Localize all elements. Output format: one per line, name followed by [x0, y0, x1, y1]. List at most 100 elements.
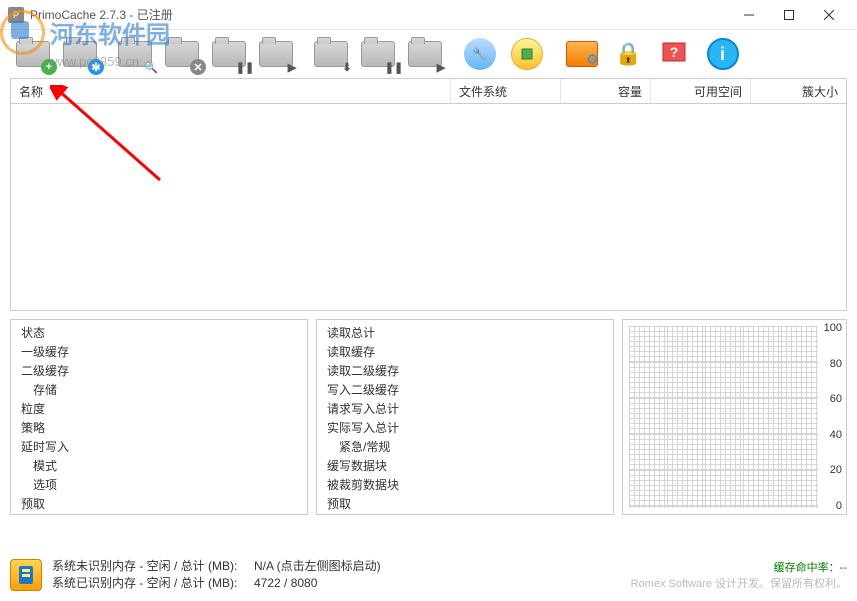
download-button[interactable]: ⬇	[308, 35, 353, 73]
toolbar: + ✱ 🔍 ✕ ❚❚ ▶ ⬇ ❚❚ ▶ 🔧	[0, 30, 857, 78]
col-free-space[interactable]: 可用空间	[651, 79, 751, 103]
new-cache-button[interactable]: +	[10, 35, 55, 73]
maximize-button[interactable]	[769, 1, 809, 29]
info-label: 模式	[33, 458, 57, 475]
tools-button[interactable]: 🔧	[457, 35, 502, 73]
info-label: 被裁剪数据块	[327, 477, 399, 494]
toolbox-icon: ⚙	[566, 41, 598, 67]
play-button[interactable]: ▶	[253, 35, 298, 73]
info-label: 读取二级缓存	[327, 363, 399, 380]
info-row: 存储	[11, 381, 307, 400]
volume-table-header: 名称 文件系统 容量 可用空间 簇大小	[10, 78, 847, 104]
info-row: 读取总计	[317, 324, 613, 343]
info-label: 状态	[21, 325, 45, 342]
info-label: 实际写入总计	[327, 420, 399, 437]
memory-status: 系统未识别内存 - 空闲 / 总计 (MB): N/A (点击左侧图标启动) 系…	[52, 558, 381, 592]
hit-rate-chart: 100806040200	[622, 319, 847, 515]
info-label: 选项	[33, 477, 57, 494]
cache-config-panel: 状态一级缓存二级缓存存储粒度策略延时写入模式选项预取额外开销	[10, 319, 308, 515]
close-button[interactable]	[809, 1, 849, 29]
lock-icon: 🔒	[613, 38, 645, 70]
info-row: 状态	[11, 324, 307, 343]
col-capacity[interactable]: 容量	[561, 79, 651, 103]
info-label: 粒度	[21, 401, 45, 418]
mem-recognized-label: 系统已识别内存 - 空闲 / 总计 (MB):	[52, 576, 237, 590]
copyright-label: Romex Software 设计开发。保留所有权利。	[631, 575, 847, 591]
help-icon: ?	[660, 38, 692, 70]
mem-unrecognized-value: N/A (点击左侧图标启动)	[254, 559, 381, 573]
info-row: 请求写入总计	[317, 400, 613, 419]
pause-all-button[interactable]: ❚❚	[206, 35, 251, 73]
info-row: 读取二级缓存	[317, 362, 613, 381]
info-label: 一级缓存	[21, 344, 69, 361]
chart-y-tick: 20	[824, 464, 842, 476]
chart-y-tick: 0	[824, 500, 842, 512]
chart-y-labels: 100806040200	[824, 322, 842, 512]
info-icon: i	[707, 38, 739, 70]
col-cluster-size[interactable]: 簇大小	[751, 79, 846, 103]
info-row: 粒度	[11, 400, 307, 419]
col-filesystem[interactable]: 文件系统	[451, 79, 561, 103]
help-button[interactable]: ?	[653, 35, 698, 73]
chip-button[interactable]	[504, 35, 549, 73]
mem-unrecognized-label: 系统未识别内存 - 空闲 / 总计 (MB):	[52, 559, 237, 573]
info-row: 预取	[11, 495, 307, 514]
info-label: 存储	[33, 382, 57, 399]
volume-table-body[interactable]	[10, 104, 847, 311]
play-icon: ▶	[284, 59, 300, 75]
info-button[interactable]: i	[700, 35, 745, 73]
status-right: 缓存命中率：-- Romex Software 设计开发。保留所有权利。	[631, 559, 847, 591]
delete-button[interactable]: ✕	[159, 35, 204, 73]
maximize-icon	[784, 10, 794, 20]
info-label: 延时写入	[21, 439, 69, 456]
info-label: 缓写数据块	[327, 458, 387, 475]
down-icon: ⬇	[339, 59, 355, 75]
close-icon	[824, 10, 834, 20]
window-title: PrimoCache 2.7.3 - 已注册	[30, 6, 729, 23]
info-label: 策略	[21, 420, 45, 437]
config-button[interactable]: ✱	[57, 35, 102, 73]
wrench-icon: 🔧	[464, 38, 496, 70]
info-label: 写入二级缓存	[327, 382, 399, 399]
info-label: 紧急/常规	[339, 439, 390, 456]
info-row: 模式	[11, 457, 307, 476]
info-row: 被裁剪数据块	[317, 476, 613, 495]
chart-y-tick: 100	[824, 322, 842, 334]
info-row: 缓写数据块	[317, 457, 613, 476]
chart-grid	[629, 326, 818, 508]
info-row: 预取	[317, 495, 613, 514]
info-label: 二级缓存	[21, 363, 69, 380]
col-name[interactable]: 名称	[11, 79, 451, 103]
statusbar: 系统未识别内存 - 空闲 / 总计 (MB): N/A (点击左侧图标启动) 系…	[0, 549, 857, 601]
memory-icon[interactable]	[10, 559, 42, 591]
lock-button[interactable]: 🔒	[606, 35, 651, 73]
pause-button[interactable]: ❚❚	[355, 35, 400, 73]
magnify-icon: 🔍	[143, 59, 159, 75]
info-row: 空闲缓存 (L1/L2)	[317, 514, 613, 515]
play-icon: ▶	[433, 59, 449, 75]
info-panels: 状态一级缓存二级缓存存储粒度策略延时写入模式选项预取额外开销 读取总计读取缓存读…	[10, 319, 847, 515]
svg-text:?: ?	[669, 44, 678, 60]
titlebar: P PrimoCache 2.7.3 - 已注册	[0, 0, 857, 30]
info-row: 一级缓存	[11, 343, 307, 362]
toolbox-button[interactable]: ⚙	[559, 35, 604, 73]
app-icon: P	[8, 7, 24, 23]
pause-icon: ❚❚	[386, 59, 402, 75]
info-label: 请求写入总计	[327, 401, 399, 418]
info-label: 读取总计	[327, 325, 375, 342]
mem-recognized-value: 4722 / 8080	[254, 576, 317, 590]
minimize-icon	[744, 10, 754, 20]
star-badge-icon: ✱	[88, 59, 104, 75]
play2-button[interactable]: ▶	[402, 35, 447, 73]
info-row: 读取缓存	[317, 343, 613, 362]
chip-icon	[511, 38, 543, 70]
minimize-button[interactable]	[729, 1, 769, 29]
zoom-button[interactable]: 🔍	[112, 35, 157, 73]
hit-rate-label: 缓存命中率：--	[631, 559, 847, 575]
info-row: 延时写入	[11, 438, 307, 457]
chart-y-tick: 60	[824, 393, 842, 405]
chart-y-tick: 80	[824, 358, 842, 370]
cache-stats-panel: 读取总计读取缓存读取二级缓存写入二级缓存请求写入总计实际写入总计紧急/常规缓写数…	[316, 319, 614, 515]
info-label: 预取	[21, 496, 45, 513]
info-label: 预取	[327, 496, 351, 513]
